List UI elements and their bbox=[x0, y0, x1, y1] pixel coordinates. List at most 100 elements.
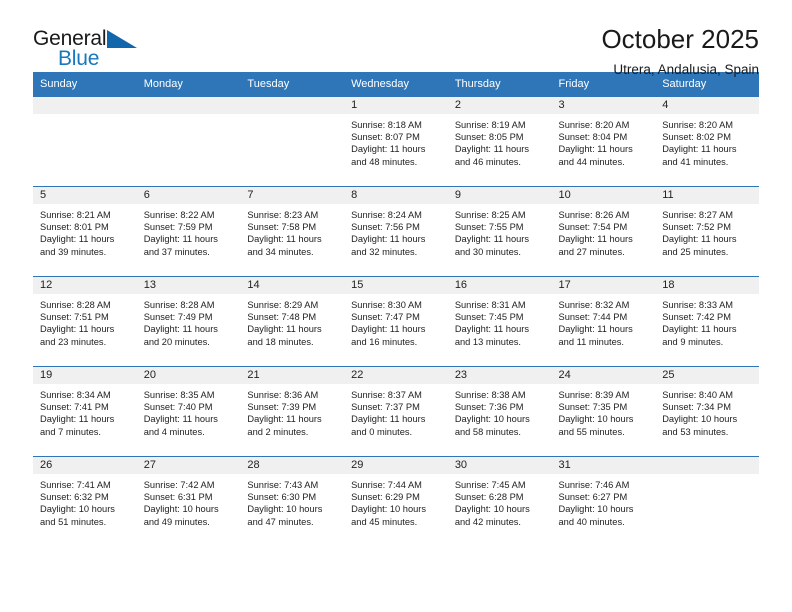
calendar-day-cell-empty bbox=[33, 96, 137, 187]
day-number: 2 bbox=[447, 97, 552, 114]
calendar-day-cell[interactable]: 21 Sunrise: 8:36 AM Sunset: 7:39 PM Dayligh… bbox=[240, 366, 345, 457]
day-number: 27 bbox=[136, 457, 241, 474]
day-number: 29 bbox=[344, 457, 448, 474]
day-number: 21 bbox=[240, 367, 345, 384]
daylight-text-line1: Daylight: 11 hours bbox=[40, 324, 115, 335]
day-number bbox=[33, 97, 137, 114]
sunrise-text: Sunrise: 8:24 AM bbox=[351, 210, 422, 220]
calendar-day-cell[interactable]: 20 Sunrise: 8:35 AM Sunset: 7:40 PM Dayligh… bbox=[136, 366, 241, 457]
sunrise-text: Sunrise: 8:28 AM bbox=[143, 300, 215, 310]
daylight-text-line2: and 2 minutes. bbox=[247, 426, 309, 437]
sunset-text: Sunset: 6:32 PM bbox=[40, 492, 109, 503]
day-number: 3 bbox=[551, 97, 656, 114]
calendar-day-cell[interactable]: 26 Sunrise: 7:41 AM Sunset: 6:32 PM Dayligh… bbox=[33, 456, 137, 546]
daylight-text-line2: and 0 minutes. bbox=[351, 426, 413, 437]
calendar-day-cell[interactable]: 18 Sunrise: 8:33 AM Sunset: 7:42 PM Dayligh… bbox=[655, 276, 759, 367]
weekday-header-thursday: Thursday bbox=[447, 72, 552, 97]
day-number: 26 bbox=[33, 457, 137, 474]
calendar-week-row: 12 Sunrise: 8:28 AM Sunset: 7:51 PM Dayligh… bbox=[33, 276, 759, 367]
calendar-day-cell[interactable]: 16 Sunrise: 8:31 AM Sunset: 7:45 PM Dayligh… bbox=[447, 276, 552, 367]
daylight-text-line2: and 53 minutes. bbox=[662, 426, 729, 437]
day-details: Sunrise: 8:27 AM Sunset: 7:52 PM Daylight:… bbox=[655, 204, 759, 258]
sunset-text: Sunset: 7:44 PM bbox=[558, 312, 628, 323]
day-details: Sunrise: 8:20 AM Sunset: 8:04 PM Daylight:… bbox=[552, 114, 656, 168]
day-details: Sunrise: 7:43 AM Sunset: 6:30 PM Daylight:… bbox=[240, 474, 344, 528]
daylight-text-line2: and 49 minutes. bbox=[143, 516, 210, 527]
calendar-day-cell[interactable]: 4 Sunrise: 8:20 AM Sunset: 8:02 PM Daylight… bbox=[655, 96, 759, 187]
calendar-day-cell[interactable]: 31 Sunrise: 7:46 AM Sunset: 6:27 PM Dayligh… bbox=[551, 456, 656, 546]
sunrise-text: Sunrise: 7:44 AM bbox=[351, 480, 422, 490]
calendar-day-cell[interactable]: 8 Sunrise: 8:24 AM Sunset: 7:56 PM Daylight… bbox=[344, 186, 448, 277]
sunset-text: Sunset: 8:01 PM bbox=[40, 222, 109, 233]
calendar-day-cell[interactable]: 5 Sunrise: 8:21 AM Sunset: 8:01 PM Daylight… bbox=[33, 186, 137, 277]
day-details: Sunrise: 8:34 AM Sunset: 7:41 PM Daylight:… bbox=[33, 384, 137, 438]
daylight-text-line2: and 4 minutes. bbox=[143, 426, 205, 437]
calendar-day-cell[interactable]: 2 Sunrise: 8:19 AM Sunset: 8:05 PM Daylight… bbox=[447, 96, 552, 187]
sunrise-text: Sunrise: 8:32 AM bbox=[558, 300, 630, 310]
calendar-day-cell[interactable]: 1 Sunrise: 8:18 AM Sunset: 8:07 PM Daylight… bbox=[344, 96, 448, 187]
daylight-text-line2: and 47 minutes. bbox=[247, 516, 314, 527]
day-number: 10 bbox=[551, 187, 656, 204]
calendar-day-cell[interactable]: 7 Sunrise: 8:23 AM Sunset: 7:58 PM Daylight… bbox=[240, 186, 345, 277]
sunrise-text: Sunrise: 8:38 AM bbox=[454, 390, 526, 400]
calendar-day-cell[interactable]: 30 Sunrise: 7:45 AM Sunset: 6:28 PM Dayligh… bbox=[447, 456, 552, 546]
calendar-body: 1 Sunrise: 8:18 AM Sunset: 8:07 PM Daylight… bbox=[33, 96, 759, 546]
calendar-day-cell[interactable]: 17 Sunrise: 8:32 AM Sunset: 7:44 PM Dayligh… bbox=[551, 276, 656, 367]
sunrise-text: Sunrise: 8:34 AM bbox=[40, 390, 111, 400]
day-number: 4 bbox=[655, 97, 759, 114]
calendar-day-cell[interactable]: 11 Sunrise: 8:27 AM Sunset: 7:52 PM Dayligh… bbox=[655, 186, 759, 277]
daylight-text-line2: and 40 minutes. bbox=[558, 516, 625, 527]
daylight-text-line1: Daylight: 10 hours bbox=[454, 414, 530, 425]
day-details: Sunrise: 8:40 AM Sunset: 7:34 PM Daylight:… bbox=[655, 384, 759, 438]
day-details: Sunrise: 8:20 AM Sunset: 8:02 PM Daylight:… bbox=[655, 114, 759, 168]
title-block: October 2025 Utrera, Andalusia, Spain bbox=[601, 25, 759, 78]
day-number: 7 bbox=[240, 187, 345, 204]
calendar-week-row: 19 Sunrise: 8:34 AM Sunset: 7:41 PM Dayligh… bbox=[33, 366, 759, 457]
daylight-text-line1: Daylight: 11 hours bbox=[40, 414, 115, 425]
day-details: Sunrise: 8:37 AM Sunset: 7:37 PM Daylight:… bbox=[344, 384, 448, 438]
logo-text-blue: Blue bbox=[58, 47, 100, 70]
daylight-text-line1: Daylight: 11 hours bbox=[662, 144, 737, 155]
calendar-day-cell[interactable]: 27 Sunrise: 7:42 AM Sunset: 6:31 PM Dayligh… bbox=[136, 456, 241, 546]
calendar-day-cell[interactable]: 29 Sunrise: 7:44 AM Sunset: 6:29 PM Dayligh… bbox=[344, 456, 448, 546]
calendar-day-cell[interactable]: 12 Sunrise: 8:28 AM Sunset: 7:51 PM Dayligh… bbox=[33, 276, 137, 367]
day-details: Sunrise: 8:28 AM Sunset: 7:49 PM Daylight:… bbox=[137, 294, 241, 348]
calendar-day-cell[interactable]: 14 Sunrise: 8:29 AM Sunset: 7:48 PM Dayligh… bbox=[240, 276, 345, 367]
calendar-day-cell[interactable]: 3 Sunrise: 8:20 AM Sunset: 8:04 PM Daylight… bbox=[551, 96, 656, 187]
sunset-text: Sunset: 7:54 PM bbox=[558, 222, 628, 233]
calendar-day-cell[interactable]: 13 Sunrise: 8:28 AM Sunset: 7:49 PM Dayligh… bbox=[136, 276, 241, 367]
day-details: Sunrise: 8:25 AM Sunset: 7:55 PM Daylight:… bbox=[448, 204, 552, 258]
sunrise-text: Sunrise: 8:33 AM bbox=[662, 300, 734, 310]
daylight-text-line1: Daylight: 11 hours bbox=[454, 234, 530, 245]
daylight-text-line2: and 51 minutes. bbox=[40, 516, 107, 527]
daylight-text-line2: and 25 minutes. bbox=[662, 246, 729, 257]
daylight-text-line1: Daylight: 11 hours bbox=[558, 144, 633, 155]
sunrise-text: Sunrise: 7:41 AM bbox=[40, 480, 111, 490]
sunset-text: Sunset: 6:27 PM bbox=[558, 492, 628, 503]
daylight-text-line2: and 30 minutes. bbox=[454, 246, 521, 257]
day-number bbox=[136, 97, 241, 114]
weekday-header-tuesday: Tuesday bbox=[240, 72, 345, 97]
sunset-text: Sunset: 7:37 PM bbox=[351, 402, 420, 413]
calendar-day-cell[interactable]: 6 Sunrise: 8:22 AM Sunset: 7:59 PM Daylight… bbox=[136, 186, 241, 277]
calendar-day-cell[interactable]: 22 Sunrise: 8:37 AM Sunset: 7:37 PM Dayligh… bbox=[344, 366, 448, 457]
calendar-day-cell[interactable]: 10 Sunrise: 8:26 AM Sunset: 7:54 PM Dayligh… bbox=[551, 186, 656, 277]
calendar-day-cell[interactable]: 9 Sunrise: 8:25 AM Sunset: 7:55 PM Daylight… bbox=[447, 186, 552, 277]
calendar-day-cell[interactable]: 19 Sunrise: 8:34 AM Sunset: 7:41 PM Dayligh… bbox=[33, 366, 137, 457]
sunset-text: Sunset: 6:31 PM bbox=[143, 492, 213, 503]
sunrise-text: Sunrise: 7:45 AM bbox=[454, 480, 526, 490]
calendar-grid: Sunday Monday Tuesday Wednesday Thursday… bbox=[33, 72, 759, 546]
logo-triangle-icon bbox=[107, 30, 137, 48]
daylight-text-line2: and 7 minutes. bbox=[40, 426, 101, 437]
daylight-text-line2: and 20 minutes. bbox=[143, 336, 210, 347]
calendar-day-cell[interactable]: 28 Sunrise: 7:43 AM Sunset: 6:30 PM Dayligh… bbox=[240, 456, 345, 546]
page-subtitle: Utrera, Andalusia, Spain bbox=[613, 62, 759, 78]
calendar-day-cell[interactable]: 15 Sunrise: 8:30 AM Sunset: 7:47 PM Dayligh… bbox=[344, 276, 448, 367]
calendar-day-cell[interactable]: 24 Sunrise: 8:39 AM Sunset: 7:35 PM Dayligh… bbox=[551, 366, 656, 457]
day-number: 9 bbox=[447, 187, 552, 204]
sunrise-text: Sunrise: 8:26 AM bbox=[558, 210, 630, 220]
calendar-day-cell[interactable]: 25 Sunrise: 8:40 AM Sunset: 7:34 PM Dayligh… bbox=[655, 366, 759, 457]
daylight-text-line1: Daylight: 11 hours bbox=[143, 414, 218, 425]
sunset-text: Sunset: 7:51 PM bbox=[40, 312, 109, 323]
calendar-day-cell[interactable]: 23 Sunrise: 8:38 AM Sunset: 7:36 PM Dayligh… bbox=[447, 366, 552, 457]
